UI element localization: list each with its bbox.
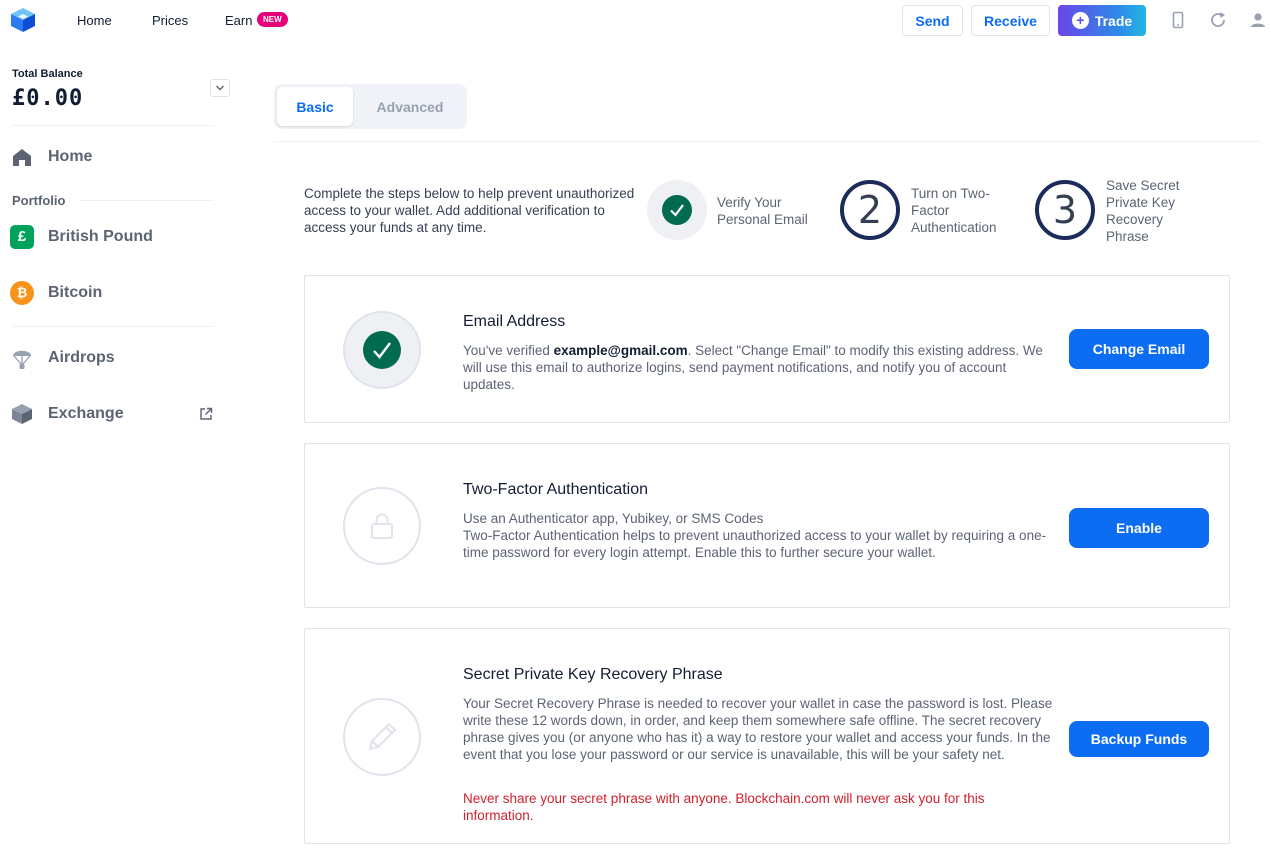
step-1-complete bbox=[647, 180, 707, 240]
exchange-icon bbox=[10, 402, 34, 426]
tab-advanced[interactable]: Advanced bbox=[362, 87, 458, 126]
tab-basic[interactable]: Basic bbox=[277, 87, 353, 126]
two-factor-card: Two-Factor Authentication Use an Authent… bbox=[304, 443, 1230, 608]
sidebar-divider bbox=[80, 200, 214, 201]
nav-earn[interactable]: Earn bbox=[225, 13, 252, 28]
two-factor-card-title: Two-Factor Authentication bbox=[463, 481, 648, 498]
sidebar: Total Balance £0.00 Home Portfolio £ Bri… bbox=[0, 40, 240, 864]
sidebar-item-british-pound[interactable]: £ British Pound bbox=[10, 221, 220, 253]
main-divider bbox=[274, 141, 1260, 142]
send-button[interactable]: Send bbox=[902, 5, 963, 36]
sidebar-item-label: Bitcoin bbox=[48, 284, 103, 301]
pencil-badge bbox=[343, 698, 421, 776]
chevron-down-icon bbox=[216, 85, 224, 91]
portfolio-heading: Portfolio bbox=[12, 193, 66, 208]
sidebar-item-home[interactable]: Home bbox=[10, 141, 220, 173]
total-balance-label: Total Balance bbox=[12, 68, 83, 80]
change-email-button[interactable]: Change Email bbox=[1069, 329, 1209, 369]
lock-badge bbox=[343, 487, 421, 565]
recovery-phrase-card: Secret Private Key Recovery Phrase Your … bbox=[304, 628, 1230, 844]
trade-button[interactable]: + Trade bbox=[1058, 5, 1146, 36]
email-card: Email Address You've verified example@gm… bbox=[304, 275, 1230, 423]
external-link-icon[interactable] bbox=[199, 407, 213, 421]
blockchain-logo-icon[interactable] bbox=[10, 7, 36, 33]
refresh-icon[interactable] bbox=[1208, 10, 1228, 30]
email-verified-badge bbox=[343, 311, 421, 389]
recovery-phrase-warning: Never share your secret phrase with anyo… bbox=[463, 791, 985, 823]
sidebar-item-bitcoin[interactable]: ₿ Bitcoin bbox=[10, 277, 220, 309]
backup-funds-button[interactable]: Backup Funds bbox=[1069, 721, 1209, 757]
receive-button[interactable]: Receive bbox=[971, 5, 1050, 36]
sidebar-item-airdrops[interactable]: Airdrops bbox=[10, 342, 220, 374]
two-factor-card-text: Use an Authenticator app, Yubikey, or SM… bbox=[463, 511, 1047, 560]
email-card-title: Email Address bbox=[463, 313, 566, 330]
step-1-label: Verify Your Personal Email bbox=[717, 195, 808, 227]
sidebar-item-label: British Pound bbox=[48, 228, 153, 245]
sidebar-item-label: Home bbox=[48, 148, 93, 165]
sidebar-item-label: Airdrops bbox=[48, 349, 115, 366]
home-icon bbox=[10, 145, 34, 169]
sidebar-item-exchange[interactable]: Exchange bbox=[10, 398, 220, 430]
check-icon bbox=[662, 195, 692, 225]
email-card-text: You've verified example@gmail.com. Selec… bbox=[463, 343, 1043, 392]
bitcoin-icon: ₿ bbox=[10, 281, 34, 305]
recovery-phrase-card-title: Secret Private Key Recovery Phrase bbox=[463, 666, 723, 683]
nav-home[interactable]: Home bbox=[77, 13, 112, 28]
user-icon[interactable] bbox=[1248, 10, 1268, 30]
intro-text: Complete the steps below to help prevent… bbox=[304, 186, 635, 235]
step-2-number: 2 bbox=[840, 180, 900, 240]
sidebar-divider bbox=[12, 326, 214, 327]
lock-icon bbox=[371, 513, 393, 539]
balance-dropdown-button[interactable] bbox=[210, 79, 230, 97]
security-tabs: Basic Advanced bbox=[274, 84, 467, 129]
pencil-icon bbox=[368, 722, 397, 751]
step-2-label: Turn on Two-Factor Authentication bbox=[911, 186, 997, 235]
sidebar-divider bbox=[12, 125, 214, 126]
top-bar: Home Prices Earn NEW Send Receive + Trad… bbox=[0, 0, 1271, 40]
recovery-phrase-card-text: Your Secret Recovery Phrase is needed to… bbox=[463, 696, 1053, 762]
mobile-icon[interactable] bbox=[1168, 10, 1188, 30]
step-3-number: 3 bbox=[1035, 180, 1095, 240]
nav-prices[interactable]: Prices bbox=[152, 13, 188, 28]
new-badge: NEW bbox=[257, 12, 288, 27]
total-balance-value: £0.00 bbox=[12, 86, 84, 111]
british-pound-icon: £ bbox=[10, 225, 34, 249]
enable-two-factor-button[interactable]: Enable bbox=[1069, 508, 1209, 548]
plus-icon: + bbox=[1071, 12, 1089, 29]
check-icon bbox=[363, 331, 401, 369]
parachute-icon bbox=[10, 346, 34, 370]
step-3-label: Save Secret Private Key Recovery Phrase bbox=[1106, 178, 1180, 244]
trade-label: Trade bbox=[1094, 12, 1133, 29]
verified-email: example@gmail.com bbox=[553, 343, 688, 358]
sidebar-item-label: Exchange bbox=[48, 405, 124, 422]
